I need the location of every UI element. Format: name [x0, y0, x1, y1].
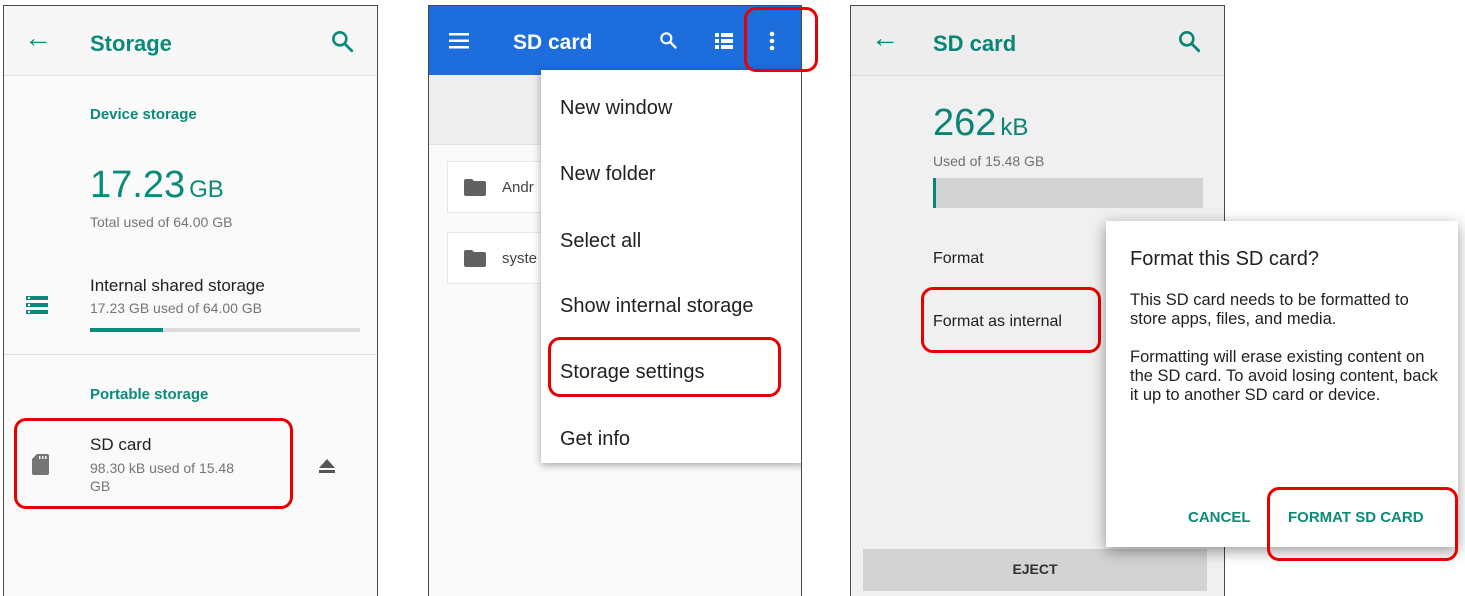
sd-card-highlight	[14, 418, 293, 509]
dialog-body-paragraph: Formatting will erase existing content o…	[1130, 348, 1438, 404]
sd-used-caption: Used of 15.48 GB	[933, 153, 1045, 169]
internal-storage-title: Internal shared storage	[90, 276, 265, 295]
sd-used-value: 262 kB	[933, 102, 1029, 144]
back-arrow-icon[interactable]: ←	[24, 22, 52, 54]
divider	[4, 354, 377, 355]
more-options-highlight	[744, 7, 818, 72]
storage-settings-highlight	[548, 337, 781, 397]
sd-title: SD card	[933, 31, 1017, 56]
format-option[interactable]: Format	[933, 250, 984, 268]
storage-list-icon	[26, 296, 48, 314]
folder-icon	[464, 179, 486, 196]
search-icon[interactable]	[658, 30, 678, 50]
menu-item-get-info[interactable]: Get info	[560, 428, 630, 451]
folder-label: syste	[502, 250, 538, 267]
files-title: SD card	[513, 31, 593, 54]
search-icon[interactable]	[1176, 28, 1202, 54]
overflow-menu: New window New folder Select all Show in…	[541, 70, 801, 463]
portable-storage-heading: Portable storage	[90, 386, 209, 403]
internal-usage-bar	[90, 328, 360, 332]
dialog-body-paragraph: This SD card needs to be formatted to st…	[1130, 291, 1409, 328]
menu-item-show-internal-storage[interactable]: Show internal storage	[560, 295, 753, 318]
eject-icon[interactable]	[319, 459, 335, 473]
menu-item-select-all[interactable]: Select all	[560, 230, 641, 253]
total-used-value: 17.23 GB	[90, 164, 224, 206]
internal-usage-fill	[90, 328, 163, 332]
back-arrow-icon[interactable]: ←	[871, 22, 899, 54]
folder-label: Andr	[502, 179, 534, 196]
folder-icon	[464, 250, 486, 267]
eject-button-label: EJECT	[1012, 561, 1058, 577]
format-as-internal-highlight	[921, 287, 1101, 353]
format-sd-card-highlight	[1267, 487, 1458, 561]
dialog-title: Format this SD card?	[1130, 248, 1319, 270]
device-storage-heading: Device storage	[90, 106, 197, 123]
internal-storage-subtitle: 17.23 GB used of 64.00 GB	[90, 300, 263, 316]
hamburger-menu-icon[interactable]	[449, 33, 469, 49]
total-used-caption: Total used of 64.00 GB	[90, 214, 233, 230]
cancel-button[interactable]: CANCEL	[1188, 509, 1251, 526]
storage-app-bar: ← Storage	[4, 6, 377, 76]
sd-usage-fill	[933, 178, 936, 208]
dialog-body: This SD card needs to be formatted to st…	[1130, 291, 1442, 405]
files-screen: SD card Andr syste New window New folder…	[428, 5, 802, 596]
list-view-icon[interactable]	[715, 33, 733, 49]
search-icon[interactable]	[329, 28, 355, 54]
menu-item-new-window[interactable]: New window	[560, 97, 672, 120]
page-title: Storage	[90, 31, 172, 56]
menu-item-new-folder[interactable]: New folder	[560, 163, 656, 186]
eject-button[interactable]: EJECT	[863, 549, 1207, 591]
sd-usage-bar	[933, 178, 1203, 208]
sd-app-bar: ← SD card	[851, 6, 1224, 76]
